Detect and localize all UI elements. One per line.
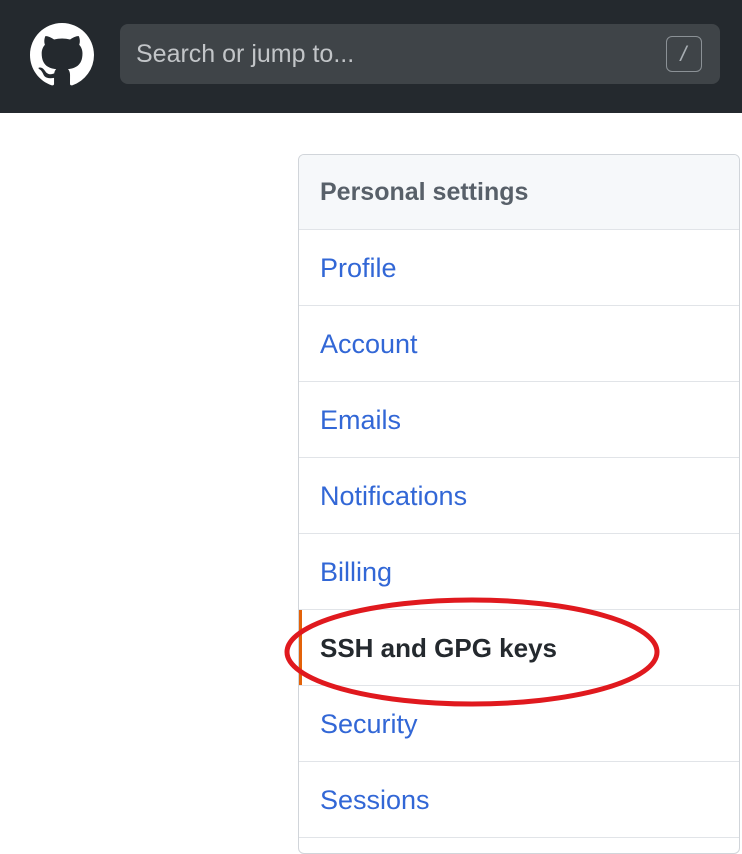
menu-item-billing[interactable]: Billing [299,534,739,610]
menu-item-ssh-gpg-keys[interactable]: SSH and GPG keys [299,610,739,686]
github-octocat-icon[interactable] [30,23,94,87]
menu-item-sessions[interactable]: Sessions [299,762,739,838]
top-navigation-bar: / [0,0,742,113]
search-input[interactable] [136,24,656,84]
menu-item-account[interactable]: Account [299,306,739,382]
search-box[interactable]: / [120,24,720,84]
menu-item-profile[interactable]: Profile [299,230,739,306]
menu-item-emails[interactable]: Emails [299,382,739,458]
keyboard-shortcut-slash: / [666,36,702,72]
menu-item-notifications[interactable]: Notifications [299,458,739,534]
personal-settings-menu: Personal settings Profile Account Emails… [298,154,740,854]
menu-item-security[interactable]: Security [299,686,739,762]
menu-heading: Personal settings [299,155,739,230]
